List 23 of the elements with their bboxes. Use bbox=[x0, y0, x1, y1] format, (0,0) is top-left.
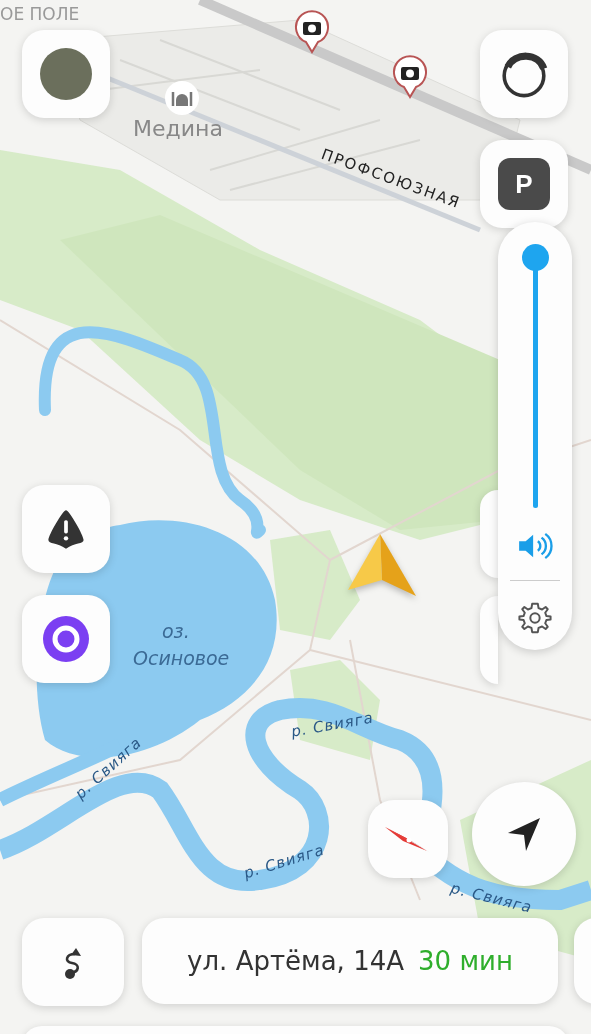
district-label: ОЕ ПОЛЕ bbox=[0, 4, 80, 24]
river-label: р. Свияга bbox=[242, 841, 327, 882]
avatar-image bbox=[40, 48, 92, 100]
river-label: р. Свияга bbox=[449, 880, 534, 917]
profile-button[interactable] bbox=[22, 30, 110, 118]
assistant-button[interactable] bbox=[480, 30, 568, 118]
voice-assistant-button[interactable] bbox=[22, 595, 110, 683]
route-button[interactable] bbox=[22, 918, 124, 1006]
settings-icon[interactable] bbox=[518, 601, 552, 635]
mosque-icon bbox=[164, 80, 200, 116]
assistant-ring-icon bbox=[41, 614, 91, 664]
lake-label: оз. bbox=[162, 620, 190, 642]
road-event-button[interactable] bbox=[22, 485, 110, 573]
place-label: Медина bbox=[133, 116, 223, 141]
destination-card[interactable]: ул. Артёма, 14А 30 мин bbox=[142, 918, 558, 1004]
destination-address: ул. Артёма, 14А bbox=[187, 946, 405, 976]
lake-label: Осиновое bbox=[133, 647, 230, 669]
river-label: р. Свияга bbox=[290, 709, 375, 741]
speed-camera-icon bbox=[294, 10, 330, 54]
speaker-icon[interactable] bbox=[516, 532, 554, 560]
travel-time: 30 мин bbox=[418, 946, 513, 976]
speed-camera-icon bbox=[392, 55, 428, 99]
parking-button[interactable]: P bbox=[480, 140, 568, 228]
